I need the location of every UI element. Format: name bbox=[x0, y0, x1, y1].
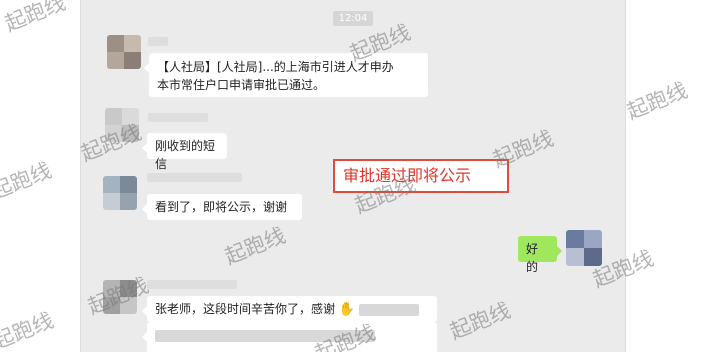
sender-name bbox=[147, 173, 242, 182]
message-text-line: 本市常住户口申请审批已通过。 bbox=[157, 78, 326, 92]
avatar[interactable] bbox=[566, 230, 602, 266]
avatar[interactable] bbox=[105, 108, 139, 142]
message-bubble[interactable]: 张老师，这段时间辛苦你了，感谢 ✋ bbox=[142, 296, 437, 322]
watermark: 起跑线 bbox=[623, 78, 691, 124]
message-bubble[interactable]: 刚收到的短信 bbox=[142, 133, 227, 171]
watermark: 起跑线 bbox=[0, 158, 55, 204]
message-text: 张老师，这段时间辛苦你了，感谢 bbox=[155, 302, 336, 316]
message-text-line: 【人社局】[人社局]...的上海市引进人才申办 bbox=[157, 60, 394, 74]
avatar[interactable] bbox=[103, 280, 137, 314]
muscle-emoji-icon: ✋ bbox=[338, 302, 356, 317]
sender-name bbox=[148, 113, 208, 122]
annotation-callout: 审批通过即将公示 bbox=[333, 159, 509, 193]
sender-name bbox=[148, 37, 168, 46]
message-text: 刚收到的短信 bbox=[155, 139, 216, 171]
redacted-text bbox=[358, 303, 419, 316]
watermark: 起跑线 bbox=[0, 308, 57, 352]
message-text: 好的 bbox=[526, 242, 539, 274]
avatar[interactable] bbox=[107, 35, 141, 69]
message-timestamp: 12:04 bbox=[333, 11, 373, 26]
message-bubble[interactable]: 看到了，即将公示，谢谢 bbox=[142, 194, 302, 220]
message-bubble-continued[interactable] bbox=[142, 322, 437, 352]
chat-window: 12:04 【人社局】[人社局]...的上海市引进人才申办 本市常住户口申请审批… bbox=[80, 0, 626, 352]
message-bubble[interactable]: 好的 bbox=[518, 236, 562, 274]
watermark: 起跑线 bbox=[1, 0, 69, 36]
redacted-text bbox=[155, 329, 375, 342]
message-text: 看到了，即将公示，谢谢 bbox=[155, 200, 288, 214]
message-bubble[interactable]: 【人社局】[人社局]...的上海市引进人才申办 本市常住户口申请审批已通过。 bbox=[144, 53, 428, 97]
avatar[interactable] bbox=[103, 176, 137, 210]
sender-name bbox=[147, 280, 237, 289]
